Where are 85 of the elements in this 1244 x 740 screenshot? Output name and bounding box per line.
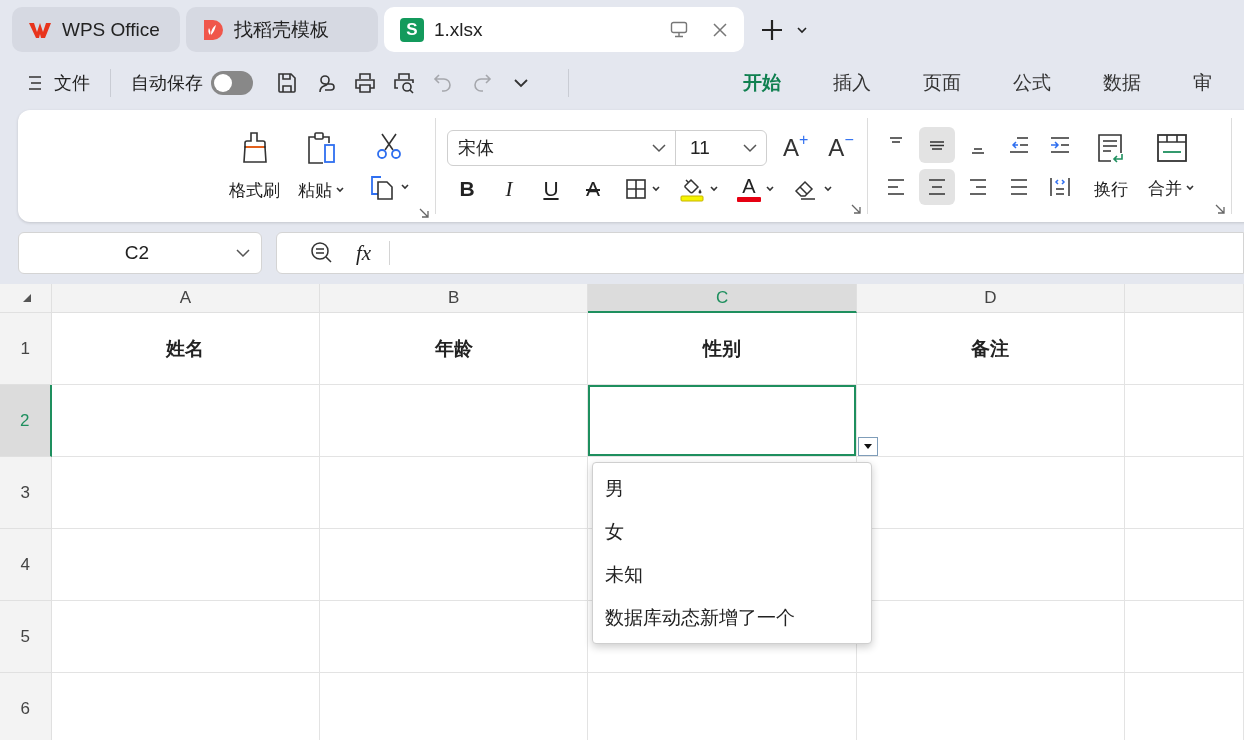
align-button[interactable] bbox=[919, 169, 955, 205]
autosave-label: 自动保存 bbox=[131, 72, 203, 95]
caret-icon[interactable] bbox=[765, 185, 775, 193]
menu-icon bbox=[28, 75, 42, 91]
tab-label: 1.xlsx bbox=[434, 18, 483, 41]
caret-icon[interactable] bbox=[651, 185, 661, 193]
table-cell: 姓名 bbox=[51, 313, 320, 385]
column-header[interactable]: A bbox=[51, 284, 321, 313]
italic-button[interactable]: I bbox=[495, 176, 523, 202]
name-box[interactable]: C2 bbox=[18, 232, 262, 274]
expand-corner-icon[interactable] bbox=[419, 208, 429, 218]
print-preview-icon[interactable] bbox=[392, 71, 416, 95]
dropdown-option[interactable]: 女 bbox=[593, 510, 871, 553]
align-lines-icon bbox=[1049, 176, 1071, 198]
copy-icon[interactable] bbox=[369, 174, 409, 200]
expand-corner-icon[interactable] bbox=[1215, 204, 1225, 214]
ribbon-tab[interactable]: 页面 bbox=[921, 60, 1011, 106]
bold-button[interactable]: B bbox=[453, 177, 481, 201]
chevron-icon bbox=[235, 248, 251, 258]
caret-icon bbox=[1185, 184, 1195, 192]
file-menu[interactable]: 文件 bbox=[28, 71, 90, 95]
row-header[interactable]: 4 bbox=[0, 529, 52, 601]
align-lines-icon bbox=[967, 176, 989, 198]
dropdown-option[interactable]: 男 bbox=[593, 467, 871, 510]
table-cell: 年龄 bbox=[319, 313, 589, 385]
ribbon-tab[interactable]: 审 bbox=[1191, 60, 1244, 106]
shrink-font-button[interactable]: A$^{−}$ bbox=[824, 134, 858, 162]
row-header[interactable]: 3 bbox=[0, 457, 52, 529]
leaf-logo-icon bbox=[202, 17, 224, 42]
column-header[interactable]: B bbox=[320, 284, 589, 313]
function-button[interactable]: fx bbox=[356, 240, 372, 266]
underline-button[interactable]: U bbox=[537, 177, 565, 201]
save-icon[interactable] bbox=[275, 71, 299, 95]
strikethrough-button[interactable]: A bbox=[579, 177, 607, 201]
dropdown-button[interactable] bbox=[857, 437, 878, 456]
app-tab[interactable]: S 1.xlsx bbox=[384, 7, 744, 52]
close-icon[interactable] bbox=[712, 21, 728, 38]
caret-icon[interactable] bbox=[709, 185, 719, 193]
caret-icon bbox=[862, 443, 873, 450]
app-tab[interactable]: 找稻壳模板 bbox=[186, 7, 378, 52]
align-lines-icon bbox=[1049, 134, 1071, 156]
spreadsheet-logo-icon: S bbox=[400, 17, 424, 42]
merge-cells-icon bbox=[1155, 132, 1188, 163]
dropdown-option[interactable]: 未知 bbox=[593, 553, 871, 596]
autosave-toggle[interactable] bbox=[211, 71, 253, 95]
tab-label: 找稻壳模板 bbox=[234, 17, 329, 42]
fill-bucket-icon[interactable] bbox=[679, 176, 705, 202]
align-lines-icon bbox=[888, 136, 904, 144]
ribbon-tab[interactable]: 开始 bbox=[741, 60, 831, 106]
align-lines-icon bbox=[1008, 176, 1030, 198]
tab-label: WPS Office bbox=[62, 18, 160, 41]
wrap-text-button[interactable]: 换行 bbox=[1090, 127, 1132, 205]
align-lines-icon bbox=[885, 176, 907, 198]
align-lines-icon bbox=[1008, 134, 1030, 156]
dropdown-option[interactable]: 数据库动态新增了一个 bbox=[593, 596, 871, 639]
border-icon[interactable] bbox=[625, 178, 647, 200]
row-header[interactable]: 5 bbox=[0, 601, 52, 673]
row-header[interactable]: 6 bbox=[0, 673, 52, 740]
ribbon-tab[interactable]: 插入 bbox=[831, 60, 921, 106]
paste-button[interactable]: 粘贴 bbox=[294, 126, 349, 206]
merge-cells-button[interactable]: 合并 bbox=[1144, 128, 1199, 204]
chevron-icon[interactable] bbox=[796, 26, 808, 34]
align-button[interactable] bbox=[919, 127, 955, 163]
align-lines-icon bbox=[970, 147, 986, 155]
grow-font-button[interactable]: A$^{+}$ bbox=[779, 134, 813, 162]
plus-icon[interactable] bbox=[760, 18, 784, 42]
caret-icon bbox=[335, 186, 345, 194]
caret-icon[interactable] bbox=[823, 185, 833, 193]
font-color-button[interactable]: A bbox=[737, 176, 761, 202]
formula-field[interactable]: fx bbox=[276, 232, 1244, 274]
select-all-icon[interactable] bbox=[22, 293, 32, 303]
table-cell: 备注 bbox=[856, 313, 1126, 385]
ribbon-tab[interactable]: 公式 bbox=[1011, 60, 1101, 106]
scissors-icon[interactable] bbox=[375, 132, 403, 160]
print-icon[interactable] bbox=[353, 71, 377, 95]
row-header[interactable]: 1 bbox=[0, 313, 52, 385]
column-header[interactable]: D bbox=[856, 284, 1126, 313]
app-tab[interactable]: WPS Office bbox=[12, 7, 180, 52]
table-cell: 性别 bbox=[588, 313, 857, 385]
ribbon-tab[interactable]: 数据 bbox=[1101, 60, 1191, 106]
monitor-icon[interactable] bbox=[670, 21, 688, 38]
format-painter-button[interactable]: 格式刷 bbox=[225, 126, 284, 206]
align-lines-icon bbox=[926, 176, 948, 198]
zoom-out-icon[interactable] bbox=[310, 241, 334, 265]
expand-corner-icon[interactable] bbox=[851, 204, 861, 214]
